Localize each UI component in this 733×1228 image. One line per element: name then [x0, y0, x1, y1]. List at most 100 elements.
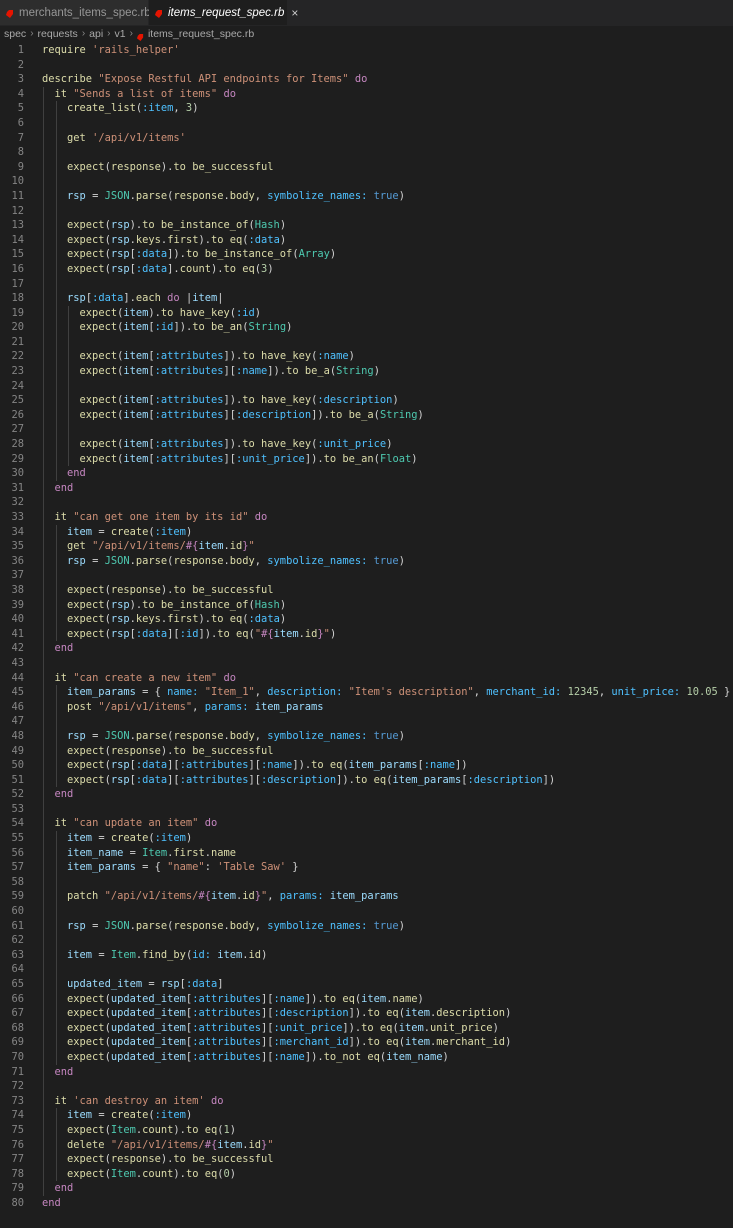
- code-token: ].: [123, 292, 136, 305]
- code-line[interactable]: 73 it 'can destroy an item' do: [0, 1093, 733, 1109]
- code-line[interactable]: 2: [0, 58, 733, 73]
- code-line[interactable]: 35 get "/api/v1/items/#{item.id}": [0, 539, 733, 554]
- code-line[interactable]: 62: [0, 933, 733, 948]
- code-line[interactable]: 18 rsp[:data].each do |item|: [0, 291, 733, 306]
- code-line[interactable]: 50 expect(rsp[:data][:attributes][:name]…: [0, 758, 733, 773]
- breadcrumb-v1[interactable]: v1: [115, 27, 126, 41]
- code-line[interactable]: 69 expect(updated_item[:attributes][:mer…: [0, 1035, 733, 1050]
- code-line[interactable]: 16 expect(rsp[:data].count).to eq(3): [0, 261, 733, 277]
- code-token: rsp: [110, 248, 130, 261]
- code-line[interactable]: 15 expect(rsp[:data]).to be_instance_of(…: [0, 247, 733, 262]
- code-line[interactable]: 23 expect(item[:attributes][:name]).to b…: [0, 364, 733, 379]
- code-line[interactable]: 38 expect(response).to be_successful: [0, 582, 733, 598]
- code-line[interactable]: 36 rsp = JSON.parse(response.body, symbo…: [0, 553, 733, 569]
- code-line[interactable]: 27: [0, 422, 733, 438]
- code-line[interactable]: 6: [0, 115, 733, 131]
- code-line[interactable]: 61 rsp = JSON.parse(response.body, symbo…: [0, 918, 733, 934]
- code-line[interactable]: 48 rsp = JSON.parse(response.body, symbo…: [0, 728, 733, 744]
- code-line[interactable]: 68 expect(updated_item[:attributes][:uni…: [0, 1020, 733, 1036]
- code-line[interactable]: 7 get '/api/v1/items': [0, 130, 733, 146]
- code-line[interactable]: 4 it "Sends a list of items" do: [0, 86, 733, 102]
- code-token: ]).: [304, 1050, 324, 1063]
- code-line[interactable]: 49 expect(response).to be_successful: [0, 743, 733, 759]
- code-line[interactable]: 74 item = create(:item): [0, 1108, 733, 1123]
- code-line[interactable]: 42 end: [0, 641, 733, 656]
- code-line[interactable]: 5 create_list(:item, 3): [0, 101, 733, 116]
- code-token: have_key: [261, 438, 312, 451]
- code-line[interactable]: 17: [0, 276, 733, 292]
- code-token: keys: [135, 613, 161, 626]
- code-line[interactable]: 12: [0, 203, 733, 219]
- code-line[interactable]: 37: [0, 568, 733, 583]
- code-line[interactable]: 76 delete "/api/v1/items/#{item.id}": [0, 1137, 733, 1153]
- code-line[interactable]: 58: [0, 874, 733, 890]
- code-line[interactable]: 24: [0, 378, 733, 394]
- code-line[interactable]: 53: [0, 801, 733, 817]
- code-line[interactable]: 80 end: [0, 1196, 733, 1211]
- code-line[interactable]: 34 item = create(:item): [0, 524, 733, 540]
- breadcrumb-api[interactable]: api: [89, 27, 103, 41]
- code-line[interactable]: 64: [0, 962, 733, 977]
- code-line[interactable]: 11 rsp = JSON.parse(response.body, symbo…: [0, 188, 733, 204]
- code-editor[interactable]: 1 require 'rails_helper' 2 3 describe "Expos…: [0, 43, 733, 1211]
- code-line[interactable]: 52 end: [0, 787, 733, 802]
- code-line[interactable]: 66 expect(updated_item[:attributes][:nam…: [0, 991, 733, 1007]
- code-line[interactable]: 10: [0, 174, 733, 189]
- code-line[interactable]: 56 item_name = Item.first.name: [0, 845, 733, 861]
- code-line[interactable]: 9 expect(response).to be_successful: [0, 159, 733, 175]
- code-line[interactable]: 72: [0, 1079, 733, 1094]
- code-line[interactable]: 65 updated_item = rsp[:data]: [0, 977, 733, 992]
- code-line[interactable]: 79 end: [0, 1181, 733, 1196]
- code-line[interactable]: 46 post "/api/v1/items", params: item_pa…: [0, 699, 733, 715]
- code-line[interactable]: 25 expect(item[:attributes]).to have_key…: [0, 393, 733, 408]
- code-line[interactable]: 51 expect(rsp[:data][:attributes][:descr…: [0, 772, 733, 788]
- tab-items-request-spec[interactable]: items_request_spec.rb ×: [149, 0, 298, 25]
- code-token: to: [323, 452, 337, 465]
- code-line[interactable]: 31 end: [0, 480, 733, 496]
- code-line[interactable]: 22 expect(item[:attributes]).to have_key…: [0, 349, 733, 365]
- code-line[interactable]: 21: [0, 334, 733, 350]
- code-token: be_a: [348, 408, 374, 421]
- code-line[interactable]: 47: [0, 714, 733, 729]
- code-line[interactable]: 70 expect(updated_item[:attributes][:nam…: [0, 1049, 733, 1065]
- close-icon[interactable]: ×: [291, 6, 298, 20]
- code-line[interactable]: 59 patch "/api/v1/items/#{item.id}", par…: [0, 889, 733, 905]
- tab-merchants-items-spec[interactable]: merchants_items_spec.rb: [0, 0, 151, 25]
- code-line[interactable]: 60: [0, 904, 733, 919]
- code-line[interactable]: 26 expect(item[:attributes][:description…: [0, 407, 733, 423]
- code-line[interactable]: 28 expect(item[:attributes]).to have_key…: [0, 437, 733, 452]
- code-line[interactable]: 1 require 'rails_helper': [0, 43, 733, 58]
- code-line[interactable]: 8: [0, 145, 733, 160]
- breadcrumb-spec[interactable]: spec: [4, 27, 26, 41]
- code-line[interactable]: 75 expect(Item.count).to eq(1): [0, 1122, 733, 1138]
- code-line[interactable]: 44 it "can create a new item" do: [0, 670, 733, 686]
- code-line[interactable]: 20 expect(item[:id]).to be_an(String): [0, 320, 733, 335]
- code-line[interactable]: 19 expect(item).to have_key(:id): [0, 305, 733, 321]
- code-line[interactable]: 71 end: [0, 1064, 733, 1080]
- code-token: merchant_id: [436, 1036, 506, 1049]
- code-line[interactable]: 14 expect(rsp.keys.first).to eq(:data): [0, 232, 733, 248]
- code-line[interactable]: 54 it "can update an item" do: [0, 816, 733, 832]
- code-line[interactable]: 30 end: [0, 466, 733, 481]
- code-line[interactable]: 41 expect(rsp[:data][:id]).to eq("#{item…: [0, 626, 733, 642]
- breadcrumb-requests[interactable]: requests: [38, 27, 78, 41]
- code-line[interactable]: 32: [0, 495, 733, 510]
- code-line[interactable]: 40 expect(rsp.keys.first).to eq(:data): [0, 612, 733, 627]
- code-line[interactable]: 45 item_params = { name: "Item_1", descr…: [0, 685, 733, 700]
- code-line[interactable]: 13 expect(rsp).to be_instance_of(Hash): [0, 218, 733, 233]
- code-text: require 'rails_helper': [24, 43, 180, 58]
- breadcrumb-file[interactable]: items_request_spec.rb: [148, 27, 254, 41]
- code-line[interactable]: 33 it "can get one item by its id" do: [0, 510, 733, 525]
- code-text: [24, 145, 67, 160]
- code-line[interactable]: 77 expect(response).to be_successful: [0, 1152, 733, 1167]
- code-line[interactable]: 63 item = Item.find_by(id: item.id): [0, 947, 733, 963]
- code-line[interactable]: 67 expect(updated_item[:attributes][:des…: [0, 1006, 733, 1021]
- code-line[interactable]: 29 expect(item[:attributes][:unit_price]…: [0, 451, 733, 467]
- line-number: 1: [17, 44, 24, 56]
- code-line[interactable]: 43: [0, 655, 733, 671]
- code-line[interactable]: 3 describe "Expose Restful API endpoints …: [0, 72, 733, 87]
- code-line[interactable]: 57 item_params = { "name": 'Table Saw' }: [0, 860, 733, 875]
- code-line[interactable]: 39 expect(rsp).to be_instance_of(Hash): [0, 597, 733, 613]
- code-line[interactable]: 78 expect(Item.count).to eq(0): [0, 1166, 733, 1182]
- code-line[interactable]: 55 item = create(:item): [0, 831, 733, 846]
